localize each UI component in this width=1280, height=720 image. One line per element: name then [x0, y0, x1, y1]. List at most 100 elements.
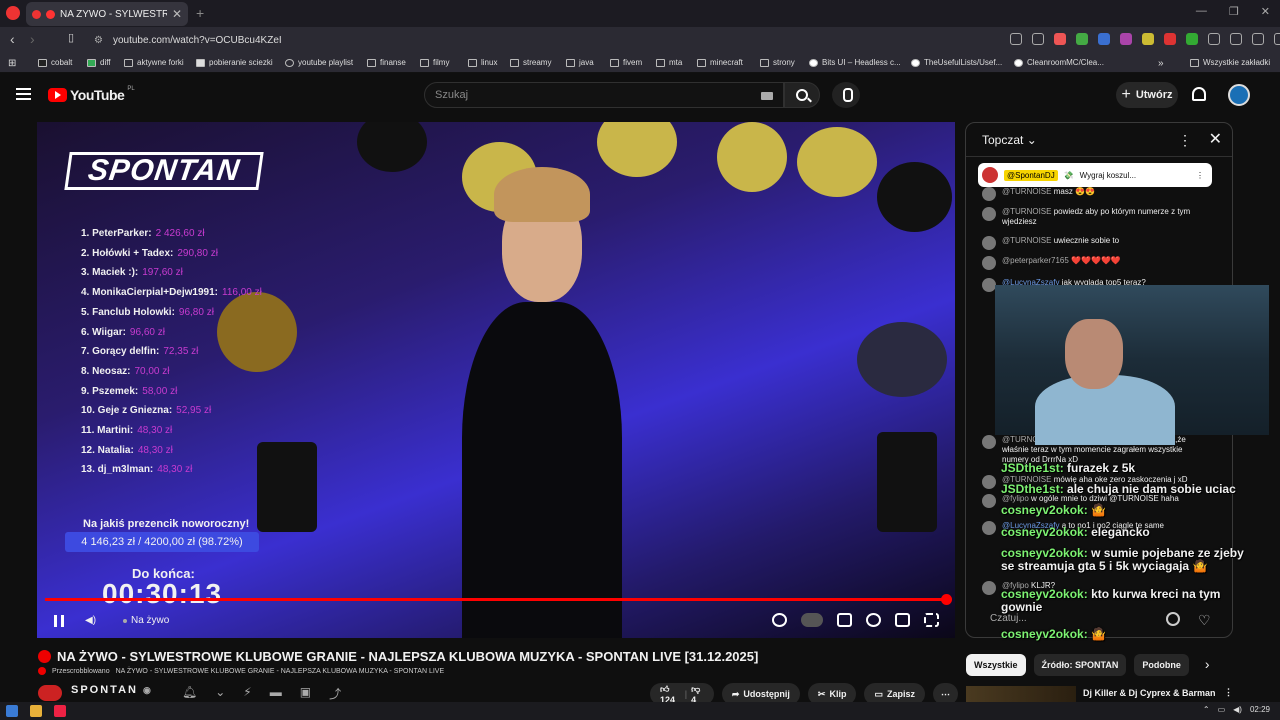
- share-icon[interactable]: ⤴: [329, 685, 341, 702]
- settings-icon[interactable]: [866, 613, 881, 627]
- chevron-right-icon[interactable]: ›: [1197, 654, 1218, 676]
- chip-source[interactable]: Źródło: SPONTAN: [1033, 654, 1127, 676]
- bookmark-item[interactable]: TheUsefulLists/Usef...: [911, 58, 1002, 67]
- extension-icon[interactable]: [1142, 33, 1154, 45]
- extension-icon[interactable]: [1120, 33, 1132, 45]
- back-icon[interactable]: ‹: [10, 31, 15, 47]
- bookmark-folder[interactable]: minecraft: [697, 58, 743, 67]
- menu-icon[interactable]: [16, 88, 31, 100]
- fullscreen-icon[interactable]: [924, 613, 939, 627]
- bookmark-folder[interactable]: java: [566, 58, 594, 67]
- browser-icon[interactable]: [54, 705, 66, 717]
- start-icon[interactable]: [6, 705, 18, 717]
- chevron-down-icon[interactable]: ⌄: [215, 685, 225, 702]
- plus-icon: +: [1121, 86, 1131, 103]
- extension-icon[interactable]: [1186, 33, 1198, 45]
- close-tab-icon[interactable]: ✕: [172, 7, 182, 21]
- autoplay-toggle[interactable]: [801, 613, 823, 627]
- extension-icon[interactable]: [1098, 33, 1110, 45]
- volume-icon[interactable]: ◀): [1233, 705, 1242, 714]
- bookmark-folder[interactable]: streamy: [510, 58, 551, 67]
- bookmark-folder[interactable]: fivem: [610, 58, 642, 67]
- bookmark-folder[interactable]: mta: [656, 58, 682, 67]
- cast-icon[interactable]: [1010, 33, 1022, 45]
- bolt-icon[interactable]: ⚡︎: [243, 685, 251, 702]
- folder-icon[interactable]: [30, 705, 42, 717]
- download-icon[interactable]: ▬: [270, 685, 282, 702]
- bookmark-folder[interactable]: finanse: [367, 58, 406, 67]
- chat-mode-dropdown[interactable]: Topczat: [982, 133, 1023, 147]
- playlist-icon[interactable]: [1274, 33, 1280, 45]
- share-icon[interactable]: [1032, 33, 1044, 45]
- chip-all[interactable]: Wszystkie: [966, 654, 1026, 676]
- bookmark-folder[interactable]: strony: [760, 58, 795, 67]
- extension-icon[interactable]: [1164, 33, 1176, 45]
- screenshot-icon[interactable]: ▣: [300, 685, 311, 702]
- extension-check-icon[interactable]: [1076, 33, 1088, 45]
- browser-logo-icon[interactable]: [6, 6, 20, 20]
- keyboard-icon[interactable]: [761, 92, 773, 100]
- live-indicator[interactable]: Na żywo: [123, 615, 169, 626]
- avatar: [982, 435, 996, 449]
- bell-icon[interactable]: 🔔︎: [182, 685, 197, 702]
- network-icon[interactable]: ▭: [1218, 705, 1226, 714]
- apps-icon[interactable]: ⊞: [8, 58, 16, 69]
- clock[interactable]: 02:29: [1250, 705, 1270, 714]
- shield-icon[interactable]: [772, 613, 787, 627]
- chat-input[interactable]: Czatuj...: [976, 606, 1192, 632]
- theater-mode-icon[interactable]: [895, 613, 910, 627]
- wallet-icon[interactable]: [1252, 33, 1264, 45]
- volume-icon[interactable]: ◀): [85, 615, 97, 627]
- chevron-up-icon[interactable]: ⌃: [1203, 705, 1210, 714]
- site-info-icon[interactable]: ⚙: [94, 35, 103, 46]
- pause-icon[interactable]: [54, 615, 64, 627]
- spontan-logo: SPONTAN: [64, 152, 264, 190]
- puzzle-icon[interactable]: [1208, 33, 1220, 45]
- sidebar-icon[interactable]: [1230, 33, 1242, 45]
- search-button[interactable]: [784, 82, 820, 108]
- notifications-icon[interactable]: [1192, 87, 1206, 101]
- progress-bar[interactable]: [45, 598, 947, 601]
- more-options-icon[interactable]: ⋮: [1196, 171, 1204, 180]
- minimize-icon[interactable]: —: [1196, 5, 1207, 18]
- more-bookmarks-icon[interactable]: »: [1158, 58, 1164, 69]
- search-input[interactable]: Szukaj: [424, 82, 784, 108]
- video-thumbnail[interactable]: [966, 686, 1076, 702]
- pinned-message[interactable]: @SpontanDJ 💸 Wygraj koszul... ⋮: [978, 163, 1212, 187]
- video-player[interactable]: SPONTAN 1. PeterParker: 2 426,60 zł 2. Ho…: [37, 122, 955, 638]
- close-window-icon[interactable]: ✕: [1261, 5, 1270, 18]
- chip-related[interactable]: Podobne: [1134, 654, 1189, 676]
- bookmark-item[interactable]: Bits UI – Headless c...: [809, 58, 901, 67]
- browser-tab-active[interactable]: NA ŻYWO - SYLWESTROW ✕: [26, 2, 188, 26]
- brave-shield-icon[interactable]: [1054, 33, 1066, 45]
- bookmark-folder[interactable]: linux: [468, 58, 497, 67]
- maximize-icon[interactable]: ❐: [1229, 5, 1239, 18]
- create-button[interactable]: + Utwórz: [1116, 82, 1178, 108]
- bookmark-item[interactable]: CleanroomMC/Clea...: [1014, 58, 1104, 67]
- more-options-icon[interactable]: ⋮: [1178, 132, 1192, 149]
- url-field[interactable]: ⚙ youtube.com/watch?v=OCUBcu4KZeI: [88, 30, 998, 50]
- all-bookmarks[interactable]: Wszystkie zakładki: [1190, 58, 1270, 67]
- chevron-down-icon[interactable]: ⌄: [1027, 133, 1037, 147]
- more-options-icon[interactable]: ⋮: [1224, 687, 1233, 698]
- scrubber-handle[interactable]: [941, 594, 952, 605]
- youtube-logo[interactable]: YouTube PL: [48, 86, 135, 103]
- bookmark-icon[interactable]: ▯: [68, 31, 74, 44]
- bookmark-item[interactable]: youtube playlist: [285, 58, 353, 67]
- new-tab-icon[interactable]: +: [196, 5, 204, 21]
- bookmark-item[interactable]: diff: [87, 58, 111, 67]
- subtitles-icon[interactable]: [837, 613, 852, 627]
- forward-icon[interactable]: ›: [30, 31, 35, 47]
- heart-icon[interactable]: ♡: [1198, 612, 1212, 628]
- channel-name[interactable]: SPONTAN ◉: [71, 684, 153, 696]
- bookmark-item[interactable]: aktywne forki: [124, 58, 184, 67]
- recommended-video[interactable]: Dj Killer & Dj Cyprex & Barman ⋮: [966, 686, 1236, 702]
- channel-avatar[interactable]: [38, 685, 62, 701]
- emoji-icon[interactable]: [1166, 612, 1180, 626]
- bookmark-item[interactable]: cobalt: [38, 58, 72, 67]
- voice-search-icon[interactable]: [832, 82, 860, 108]
- bookmark-folder[interactable]: filmy: [420, 58, 449, 67]
- avatar[interactable]: [1228, 84, 1250, 106]
- bookmark-item[interactable]: pobieranie sciezki: [196, 58, 273, 67]
- close-icon[interactable]: ✕: [1209, 129, 1222, 149]
